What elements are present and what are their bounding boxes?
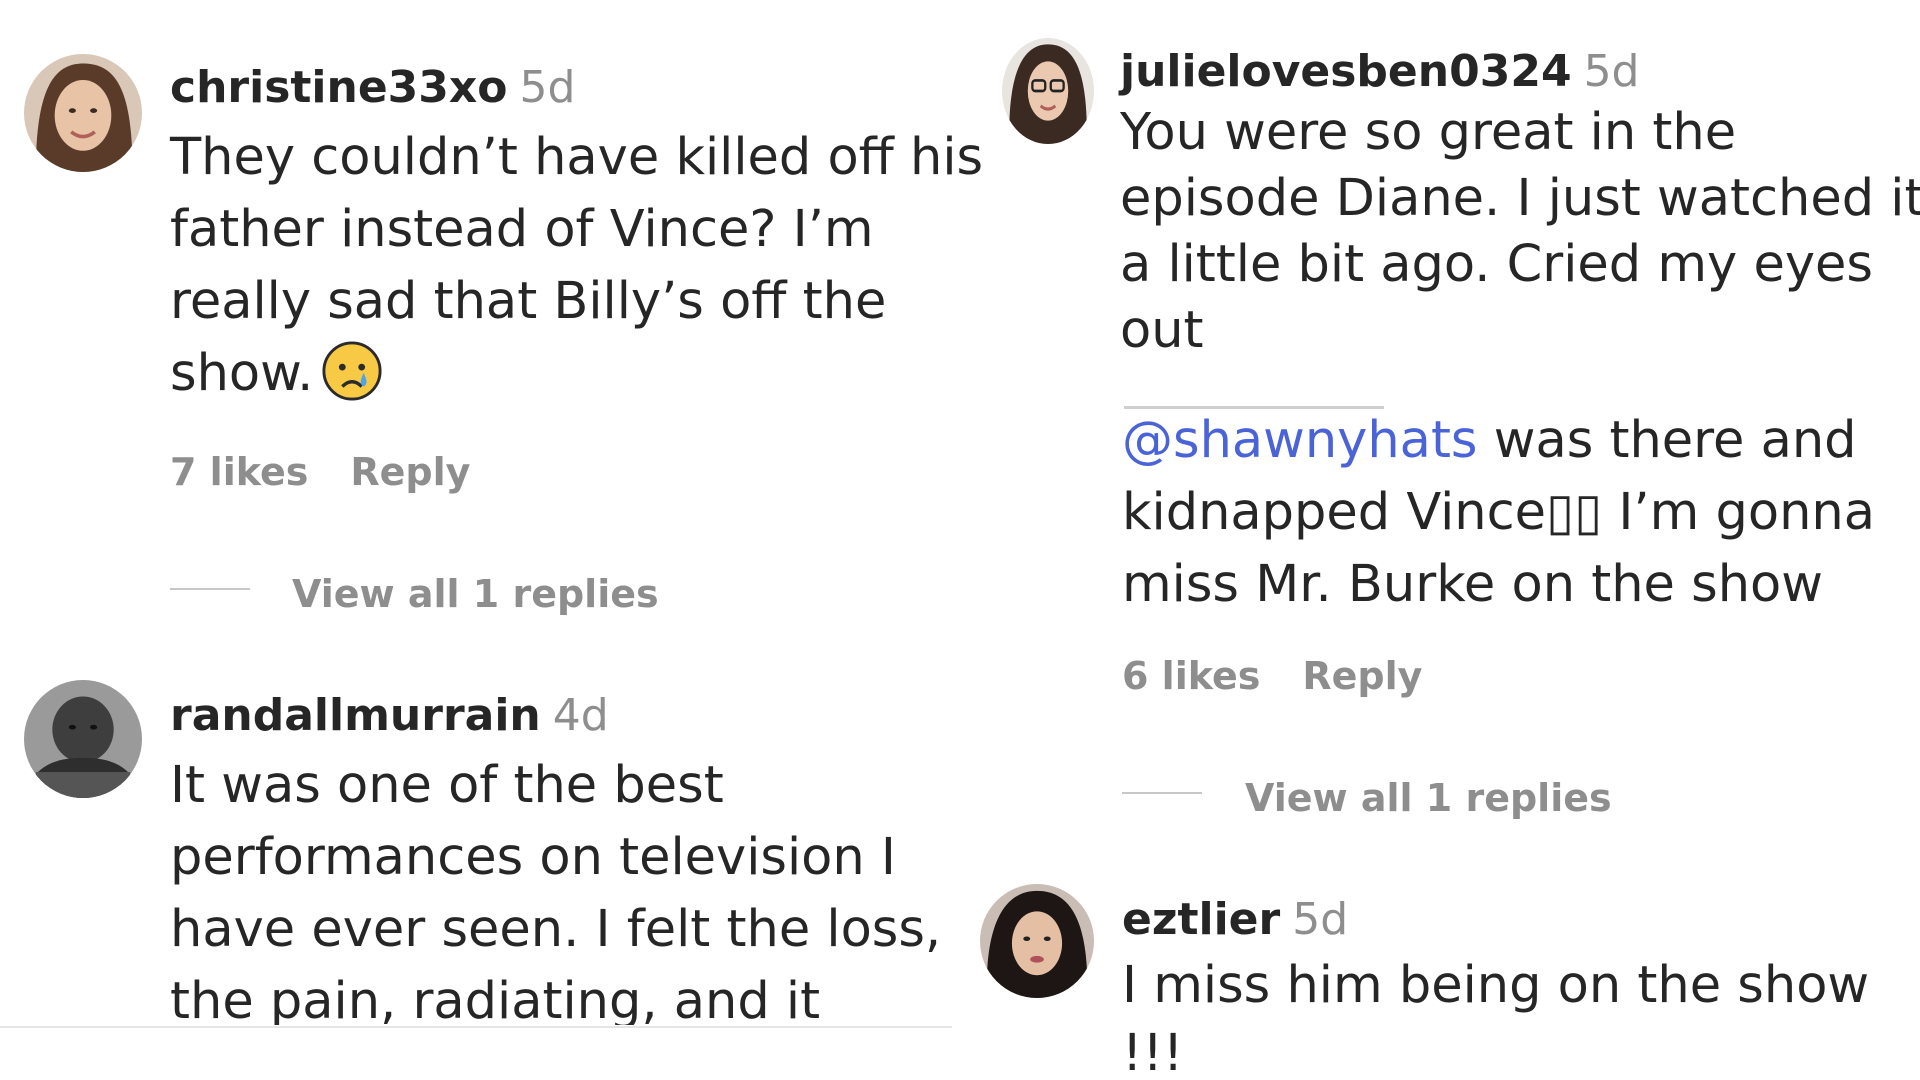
- comment-text: It was one of the best performances on t…: [170, 750, 941, 1025]
- comment-header: julielovesben0324 5d: [1120, 50, 1640, 94]
- comment-line: really sad that Billy’s off the: [170, 272, 887, 331]
- username[interactable]: julielovesben0324: [1120, 46, 1572, 97]
- comment-actions: 6 likes Reply: [1122, 654, 1464, 698]
- comment-line: I miss him being on the show: [1122, 956, 1870, 1015]
- reply-button[interactable]: Reply: [1302, 654, 1422, 698]
- timestamp: 5d: [1292, 894, 1349, 945]
- comment-text: @shawnyhats was there and kidnapped Vinc…: [1122, 405, 1875, 621]
- comment-line: was there and: [1477, 411, 1857, 470]
- view-replies-button[interactable]: View all 1 replies: [1245, 776, 1612, 820]
- comment-line: out: [1120, 301, 1204, 360]
- comment-line: performances on television I: [170, 828, 896, 887]
- comment-line: !!!: [1122, 1024, 1184, 1080]
- likes-count[interactable]: 7 likes: [170, 450, 308, 494]
- comment-line: They couldn’t have killed off his: [170, 128, 984, 187]
- reply-button[interactable]: Reply: [350, 450, 470, 494]
- comment-line: miss Mr. Burke on the show: [1122, 555, 1823, 614]
- comment-line: kidnapped Vince▯▯ I’m gonna: [1122, 483, 1875, 542]
- comment-text-clip: I miss him being on the show !!!: [1122, 952, 1902, 1080]
- crying-face-emoji: [321, 340, 383, 402]
- comment-line: a little bit ago. Cried my eyes: [1120, 235, 1873, 294]
- mention-link[interactable]: @shawnyhats: [1122, 411, 1478, 470]
- username[interactable]: eztlier: [1122, 894, 1280, 945]
- avatar[interactable]: [24, 680, 142, 798]
- comment-line: the pain, radiating, and it: [170, 972, 821, 1025]
- view-replies-button[interactable]: View all 1 replies: [292, 572, 659, 616]
- comment-line: You were so great in the: [1120, 103, 1737, 162]
- comment-header: christine33xo 5d: [170, 66, 575, 110]
- avatar[interactable]: [24, 54, 142, 172]
- comment-line: show.: [170, 344, 314, 403]
- comment-actions: 7 likes Reply: [170, 450, 512, 494]
- replies-divider: [170, 588, 250, 590]
- timestamp: 5d: [519, 62, 576, 113]
- comment-header: eztlier 5d: [1122, 898, 1348, 942]
- comment-line: have ever seen. I felt the loss,: [170, 900, 942, 959]
- username[interactable]: christine33xo: [170, 62, 508, 113]
- panel-bottom-border: [0, 1026, 952, 1028]
- comment-line-with-emoji: show.: [170, 338, 983, 410]
- replies-divider: [1122, 792, 1202, 794]
- comment-text-clip: It was one of the best performances on t…: [170, 750, 970, 1025]
- comment-line-with-mention: @shawnyhats was there and: [1122, 405, 1875, 477]
- timestamp: 4d: [552, 690, 609, 741]
- comment-header: randallmurrain 4d: [170, 694, 609, 738]
- avatar[interactable]: [1002, 38, 1094, 144]
- avatar[interactable]: [980, 884, 1094, 998]
- comment-line: episode Diane. I just watched it: [1120, 169, 1920, 228]
- likes-count[interactable]: 6 likes: [1122, 654, 1260, 698]
- username[interactable]: randallmurrain: [170, 690, 541, 741]
- comment-text: They couldn’t have killed off his father…: [170, 122, 983, 410]
- comment-line: It was one of the best: [170, 756, 724, 815]
- comment-text: You were so great in the episode Diane. …: [1120, 100, 1920, 364]
- comment-text: I miss him being on the show !!!: [1122, 952, 1869, 1080]
- comment-line: father instead of Vince? I’m: [170, 200, 874, 259]
- timestamp: 5d: [1583, 46, 1640, 97]
